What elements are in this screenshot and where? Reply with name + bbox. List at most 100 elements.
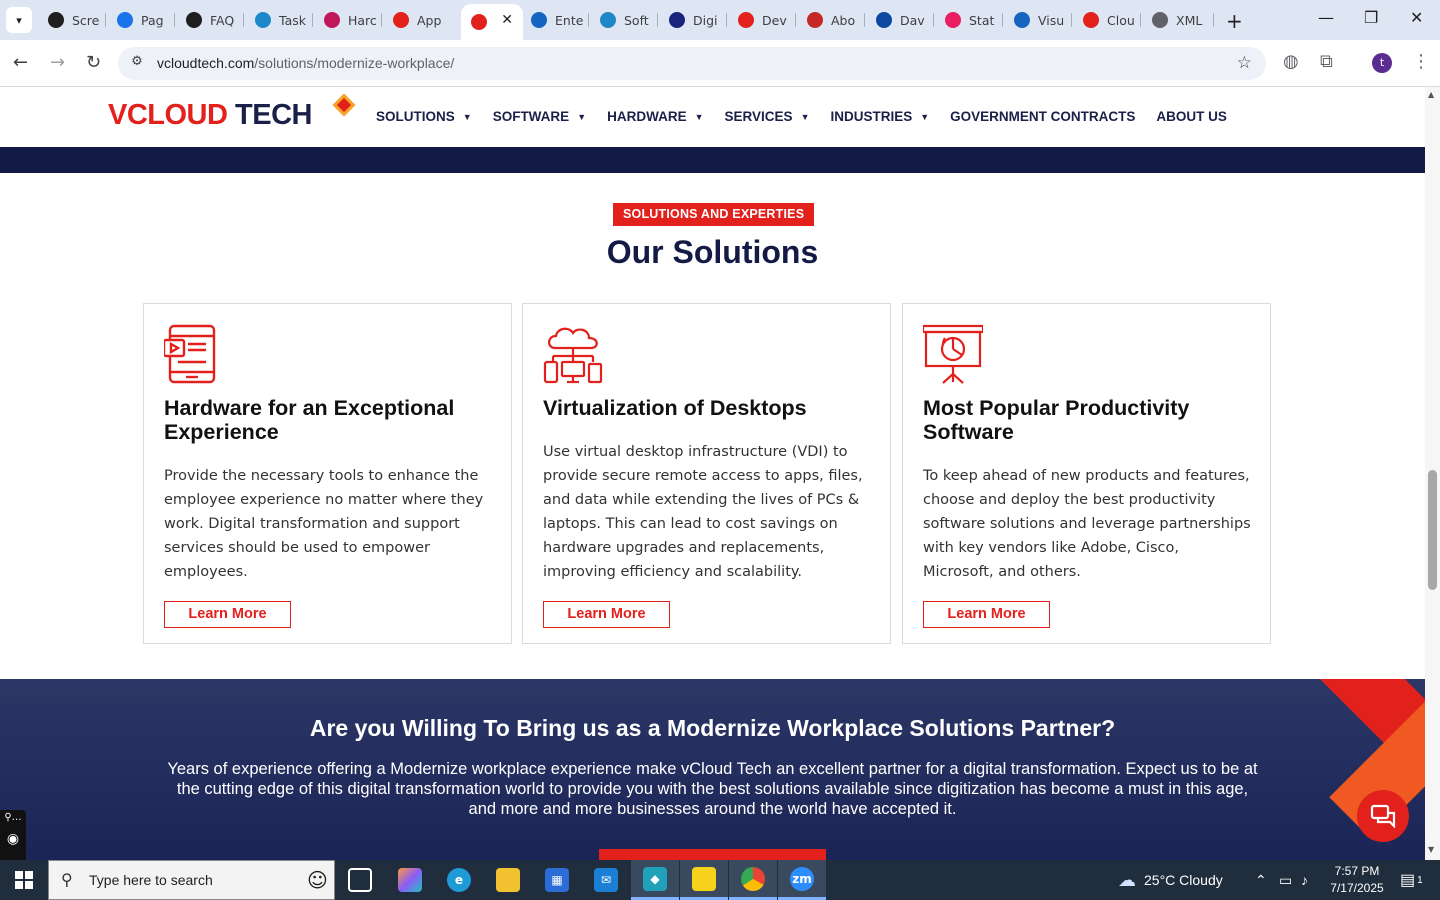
nav-item-software[interactable]: SOFTWARE ▼ [493,109,586,124]
tablet-video-icon [162,324,226,386]
nav-item-about-us[interactable]: ABOUT US [1156,109,1227,124]
site-info-icon[interactable]: ⚙ [128,54,146,72]
tab-favicon-icon [1152,12,1168,28]
vcloud-tech-logo[interactable]: VCLOUD TECH [108,93,356,139]
card-description: Provide the necessary tools to enhance t… [164,468,484,580]
learn-more-button[interactable]: Learn More [543,601,670,628]
reload-button[interactable]: ↻ [86,52,101,73]
copilot-app[interactable] [386,860,434,900]
browser-tab[interactable]: Harc [316,6,382,34]
tab-separator [933,13,934,27]
page-scrollbar[interactable]: ▲ ▼ [1425,87,1440,860]
zoom-app[interactable]: zm [778,860,826,900]
edge-app[interactable]: e [435,860,483,900]
partner-cta-section: Are you Willing To Bring us as a Moderni… [0,679,1425,860]
tab-favicon-icon [1083,12,1099,28]
notification-center-icon[interactable]: ▤ 1 [1400,860,1423,900]
tab-favicon-icon [807,12,823,28]
scrollbar-thumb[interactable] [1428,470,1437,590]
chrome-app[interactable] [729,860,777,900]
card-title: Most Popular Productivity Software [923,396,1190,444]
tab-label: Dav [900,12,925,28]
close-tab-icon[interactable]: ✕ [501,12,513,28]
browser-tab[interactable]: Scre [40,6,106,34]
cta-button[interactable] [599,849,826,860]
nav-item-solutions[interactable]: SOLUTIONS ▼ [376,109,472,124]
camera-icon[interactable]: ◉ [0,826,26,853]
browser-tab-active[interactable]: ✕ [461,4,523,40]
mail-app[interactable]: ✉ [582,860,630,900]
video-icon[interactable]: ■ [0,853,26,860]
scroll-down-arrow[interactable]: ▼ [1428,845,1434,854]
browser-tab[interactable]: XML [1144,6,1214,34]
browser-tab[interactable]: FAQ [178,6,244,34]
start-button[interactable] [0,860,48,900]
tab-favicon-icon [471,14,487,30]
tab-favicon-icon [186,12,202,28]
browser-menu-icon[interactable]: ⋮ [1412,51,1430,72]
profile-avatar[interactable]: t [1372,53,1392,73]
tab-search-button[interactable]: ▾ [6,7,32,33]
browser-tab[interactable]: Ente [523,6,589,34]
sticky-notes-app[interactable] [680,860,728,900]
url-path: /solutions/modernize-workplace/ [254,55,455,71]
minimize-button[interactable]: — [1318,8,1334,27]
link-icon[interactable]: ⚲… [0,810,26,826]
weather-widget[interactable]: ☁ 25°C Cloudy [1118,860,1223,900]
tab-separator [657,13,658,27]
file-explorer-app[interactable] [484,860,532,900]
page-viewport: VCLOUD TECH SOLUTIONS ▼ SOFTWARE ▼ HARDWARE ▼… [0,87,1425,860]
extensions-puzzle-icon[interactable]: ⧉ [1320,51,1333,72]
nav-item-services[interactable]: SERVICES ▼ [725,109,810,124]
browser-tab[interactable]: Visu [1006,6,1072,34]
tab-label: Stat [969,12,995,28]
address-bar[interactable]: ⚙ vcloudtech.com/solutions/modernize-wor… [118,47,1266,80]
translate-icon[interactable]: ◍ [1283,51,1299,72]
tray-chevron-icon[interactable]: ⌃ [1255,860,1267,900]
back-button[interactable]: ← [13,52,28,73]
browser-tab[interactable]: Clou [1075,6,1141,34]
nav-item-label: SERVICES [724,109,793,124]
browser-tab[interactable]: Dav [868,6,934,34]
cloud-network-icon [543,324,605,386]
browser-tab[interactable]: Pag [109,6,175,34]
forward-button[interactable]: → [50,52,65,73]
vpn-app[interactable]: ◆ [631,860,679,900]
taskbar-search[interactable]: ⚲ Type here to search ☺ [48,860,335,900]
scroll-up-arrow[interactable]: ▲ [1428,90,1434,99]
browser-tab[interactable]: App [385,6,451,34]
store-app[interactable]: ▦ [533,860,581,900]
tab-favicon-icon [600,12,616,28]
close-window-button[interactable]: ✕ [1410,8,1423,27]
nav-item-government-contracts[interactable]: GOVERNMENT CONTRACTS [950,109,1135,124]
cta-description: Years of experience offering a Modernize… [167,760,1258,818]
browser-tab[interactable]: Soft [592,6,658,34]
tab-label: Dev [762,12,787,28]
tab-label: FAQ [210,12,235,28]
network-icon[interactable]: ▭ [1279,860,1292,900]
bookmark-star-icon[interactable]: ☆ [1237,53,1252,73]
tab-label: Abo [831,12,856,28]
tab-favicon-icon [117,12,133,28]
url-text[interactable]: vcloudtech.com/solutions/modernize-workp… [157,55,454,71]
browser-tab[interactable]: Digi [661,6,727,34]
task-view-button[interactable] [336,860,384,900]
chat-widget-button[interactable] [1357,790,1409,842]
nav-item-industries[interactable]: INDUSTRIES ▼ [830,109,929,124]
nav-item-hardware[interactable]: HARDWARE ▼ [607,109,703,124]
browser-tab[interactable]: Abo [799,6,865,34]
learn-more-button[interactable]: Learn More [164,601,291,628]
chevron-down-icon: ▼ [800,111,810,122]
browser-tab[interactable]: Task [247,6,313,34]
browser-tab[interactable]: Stat [937,6,1003,34]
maximize-button[interactable]: ❐ [1364,8,1378,27]
volume-icon[interactable]: ♪ [1301,860,1308,900]
screen-recorder-toolbar: ⚲… ◉ ■ ❏ ⚙ [0,810,26,860]
system-clock[interactable]: 7:57 PM 7/17/2025 [1322,863,1392,897]
tab-favicon-icon [876,12,892,28]
search-placeholder: Type here to search [89,872,213,888]
new-tab-button[interactable]: + [1226,9,1243,33]
learn-more-button[interactable]: Learn More [923,601,1050,628]
tab-separator [243,13,244,27]
browser-tab[interactable]: Dev [730,6,796,34]
